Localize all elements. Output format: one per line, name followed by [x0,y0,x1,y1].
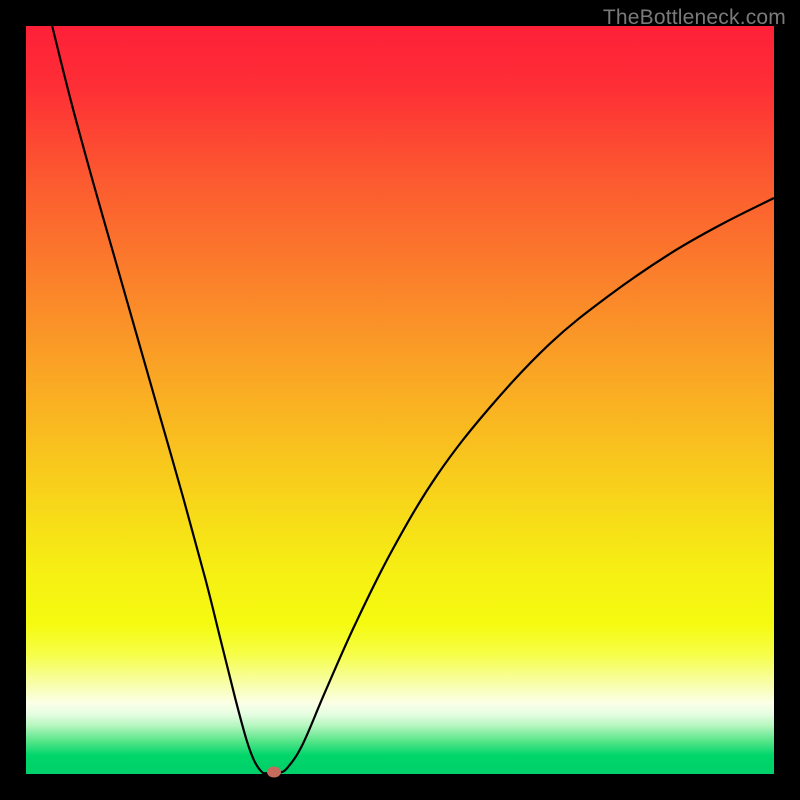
chart-background [26,26,774,774]
chart-frame [26,26,774,774]
watermark-text: TheBottleneck.com [603,6,786,30]
chart-marker [267,767,281,778]
